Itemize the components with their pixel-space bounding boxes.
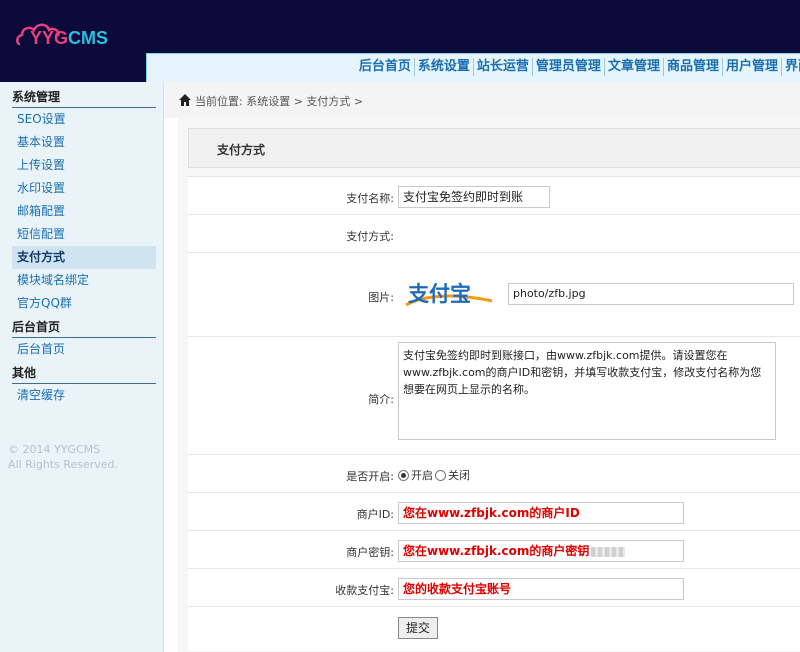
row-enable: 是否开启: 开启 关闭 xyxy=(188,455,800,493)
top-nav: 后台首页系统设置站长运营管理员管理文章管理商品管理用户管理界面 xyxy=(146,53,800,82)
sidebar-group-2: 其他 清空缓存 xyxy=(12,361,156,407)
copyright-line-2: All Rights Reserved. xyxy=(8,458,119,471)
sidebar-item[interactable]: SEO设置 xyxy=(12,108,156,131)
breadcrumb: 当前位置: 系统设置 > 支付方式 > xyxy=(195,95,364,108)
sidebar-group-title: 系统管理 xyxy=(12,85,156,108)
sidebar-group-title: 后台首页 xyxy=(12,315,156,338)
merchant-key-label: 商户密钥: xyxy=(346,546,394,559)
nav-item-6[interactable]: 用户管理 xyxy=(723,58,782,76)
image-label: 图片: xyxy=(368,291,394,304)
panel-title: 支付方式 xyxy=(217,143,266,157)
sidebar-item[interactable]: 邮箱配置 xyxy=(12,200,156,223)
intro-textarea[interactable]: 支付宝免签约即时到账接口，由www.zfbjk.com提供。请设置您在www.z… xyxy=(398,342,776,440)
logo-text: YYGCMS xyxy=(30,28,109,48)
enable-on-label: 开启 xyxy=(411,469,433,482)
nav-item-1[interactable]: 系统设置 xyxy=(415,58,474,76)
row-alipay-account: 收款支付宝: 您的收款支付宝账号 xyxy=(188,569,800,607)
merchant-key-input[interactable]: 您在www.zfbjk.com的商户密钥 xyxy=(398,540,684,562)
pay-name-label: 支付名称: xyxy=(346,192,394,205)
row-pay-method: 支付方式: xyxy=(188,215,800,253)
copyright: © 2014 YYGCMS All Rights Reserved. xyxy=(8,442,118,472)
row-merchant-key: 商户密钥: 您在www.zfbjk.com的商户密钥 xyxy=(188,531,800,569)
alipay-account-label: 收款支付宝: xyxy=(335,584,394,597)
enable-off-label: 关闭 xyxy=(448,469,470,482)
image-path-input[interactable]: photo/zfb.jpg xyxy=(508,283,794,305)
copyright-line-1: © 2014 YYGCMS xyxy=(8,443,101,456)
sidebar-item[interactable]: 支付方式 xyxy=(12,246,156,269)
row-intro: 简介: 支付宝免签约即时到账接口，由www.zfbjk.com提供。请设置您在w… xyxy=(188,337,800,455)
alipay-logo: 支付宝 xyxy=(405,282,493,307)
enable-label: 是否开启: xyxy=(346,470,394,483)
merchant-id-label: 商户ID: xyxy=(356,508,394,521)
enable-off-radio[interactable] xyxy=(435,469,446,481)
nav-item-0[interactable]: 后台首页 xyxy=(356,58,415,76)
nav-item-4[interactable]: 文章管理 xyxy=(605,58,664,76)
nav-item-5[interactable]: 商品管理 xyxy=(664,58,723,76)
sidebar-item[interactable]: 短信配置 xyxy=(12,223,156,246)
panel-header: 支付方式 xyxy=(188,128,800,168)
sidebar-item[interactable]: 模块域名绑定 xyxy=(12,269,156,292)
pay-name-input[interactable]: 支付宝免签约即时到账 xyxy=(398,186,550,208)
main-content: 支付方式 支付名称: 支付宝免签约即时到账 支付方式: 图片: 支付宝 phot… xyxy=(178,118,800,652)
submit-button[interactable]: 提交 xyxy=(398,617,438,639)
sidebar-item[interactable]: 官方QQ群 xyxy=(12,292,156,315)
sidebar-item[interactable]: 基本设置 xyxy=(12,131,156,154)
top-bar: YYGCMS 后台首页系统设置站长运营管理员管理文章管理商品管理用户管理界面 xyxy=(0,0,800,82)
sidebar-item[interactable]: 后台首页 xyxy=(12,338,156,361)
nav-item-7[interactable]: 界面 xyxy=(782,58,800,76)
sidebar-item[interactable]: 水印设置 xyxy=(12,177,156,200)
merchant-key-text: 您在www.zfbjk.com的商户密钥 xyxy=(403,544,590,558)
nav-item-2[interactable]: 站长运营 xyxy=(474,58,533,76)
row-pay-name: 支付名称: 支付宝免签约即时到账 xyxy=(188,177,800,215)
alipay-account-input[interactable]: 您的收款支付宝账号 xyxy=(398,578,684,600)
sidebar-item[interactable]: 上传设置 xyxy=(12,154,156,177)
row-submit: 提交 xyxy=(188,607,800,651)
sidebar-group-0: 系统管理 SEO设置 基本设置 上传设置 水印设置 邮箱配置 短信配置 支付方式 模块域名绑定官… xyxy=(12,85,156,315)
row-image: 图片: 支付宝 photo/zfb.jpg xyxy=(188,253,800,337)
sidebar-group-1: 后台首页 后台首页 xyxy=(12,315,156,361)
pay-method-label: 支付方式: xyxy=(346,230,394,243)
enable-radio-group: 开启 关闭 xyxy=(398,467,470,483)
alipay-logo-text: 支付宝 xyxy=(408,282,471,306)
intro-label: 简介: xyxy=(368,393,394,406)
sidebar: 系统管理 SEO设置 基本设置 上传设置 水印设置 邮箱配置 短信配置 支付方式 模块域名绑定官… xyxy=(0,82,164,652)
sidebar-item[interactable]: 清空缓存 xyxy=(12,384,156,407)
sidebar-group-title: 其他 xyxy=(12,361,156,384)
payment-form: 支付名称: 支付宝免签约即时到账 支付方式: 图片: 支付宝 photo/zfb… xyxy=(188,176,800,651)
home-icon xyxy=(179,94,191,106)
blurred-region xyxy=(591,546,626,557)
merchant-id-input[interactable]: 您在www.zfbjk.com的商户ID xyxy=(398,502,684,524)
enable-on-radio[interactable] xyxy=(398,469,409,481)
row-merchant-id: 商户ID: 您在www.zfbjk.com的商户ID xyxy=(188,493,800,531)
nav-item-3[interactable]: 管理员管理 xyxy=(533,58,605,76)
breadcrumb-bar: 当前位置: 系统设置 > 支付方式 > xyxy=(164,82,800,118)
